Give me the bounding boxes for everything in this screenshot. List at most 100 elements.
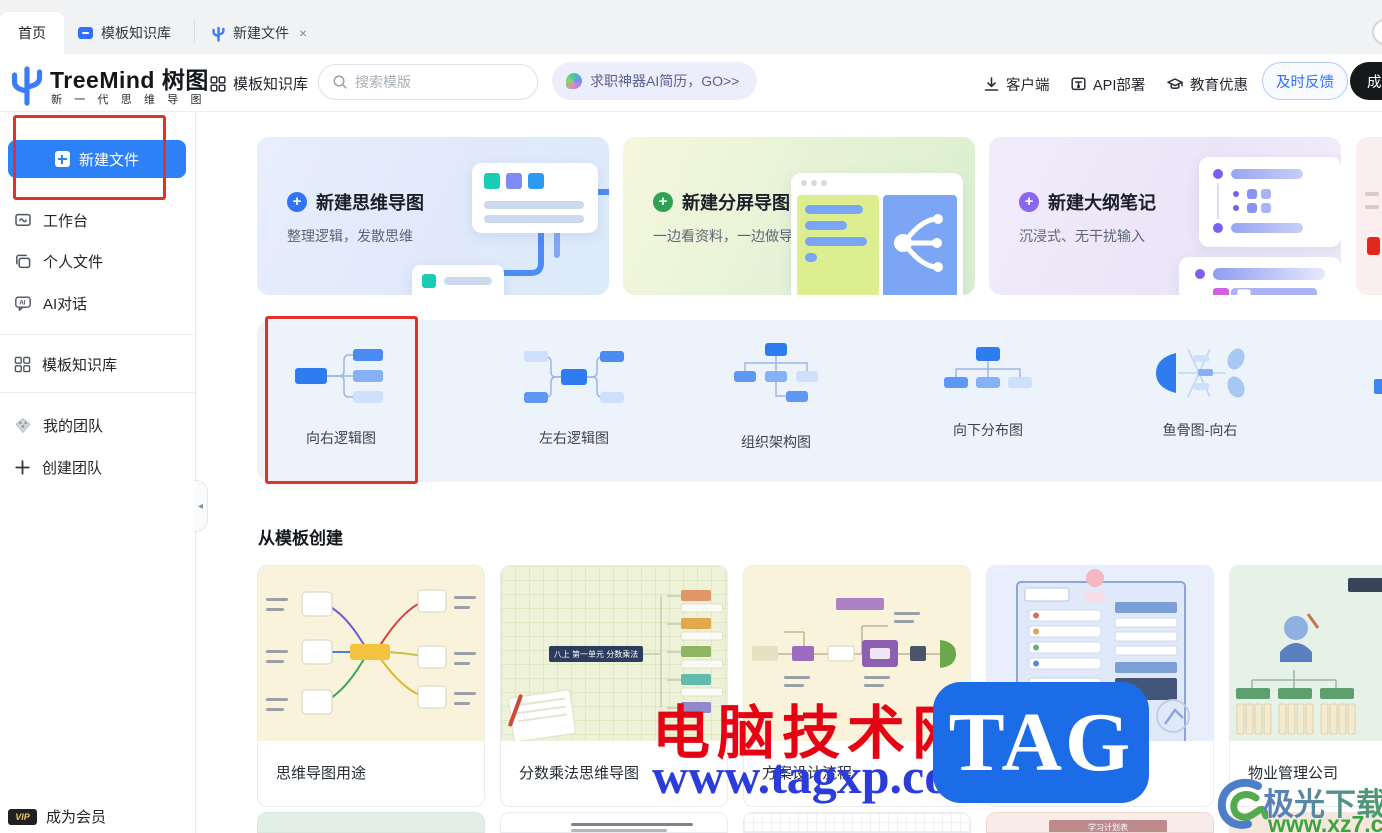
template-card-partial[interactable] [1229,812,1382,833]
templates-heading: 从模板创建 [258,529,343,548]
fishbone-icon [1156,348,1245,398]
sidebar-item-my-team[interactable]: 我的团队 [0,408,195,442]
svg-text:AI: AI [19,299,26,306]
nav-template-library-label: 模板知识库 [233,76,309,93]
sidebar-divider [0,334,195,335]
create-outline-card[interactable]: + 新建大纲笔记 沉浸式、无干扰输入 [989,137,1341,295]
client-download-label: 客户端 [1006,78,1050,94]
annotation-box-new-file [13,115,166,200]
tab-new-file[interactable]: 新建文件 × [200,12,319,54]
create-splitview-title: 新建分屏导图 [682,193,790,213]
diagram-type-label: 左右逻辑图 [539,430,609,446]
create-outline-title: 新建大纲笔记 [1048,193,1156,213]
create-splitview-card[interactable]: + 新建分屏导图 一边看资料，一边做导图 [623,137,975,295]
plan-header-chip: 学习计划表 [1049,820,1167,832]
app-header: TreeMind 树图 新 一 代 思 维 导 图 模板知识库 求职神器AI简历… [0,54,1382,112]
sidebar-divider [0,392,195,393]
download-icon [984,77,999,91]
ai-chat-icon: AI [15,296,31,311]
template-card-fraction-math[interactable]: 八上 第一单元 分数乘法 分数乘法思维导图 [500,565,728,807]
feedback-label: 及时反馈 [1276,74,1334,91]
api-deploy-label: API部署 [1093,78,1146,94]
plus-icon: + [1019,192,1039,212]
api-deploy-link[interactable]: API部署 [1070,74,1145,95]
template-thumbnail [744,566,970,741]
create-card-partial[interactable] [1356,137,1382,295]
become-member-text: 成为会员 [46,809,107,826]
plus-icon: + [653,192,673,212]
sidebar-item-label: 模板知识库 [42,356,118,374]
diagram-type-logic-both[interactable]: 左右逻辑图 [494,341,654,448]
become-member-label: 成为会员 [1367,74,1382,91]
template-thumbnail [987,566,1213,751]
graduation-cap-icon [1167,78,1183,89]
template-title: 方案设计流程 [762,765,853,782]
tab-template-library-label: 模板知识库 [101,25,171,41]
diagram-type-org-chart[interactable]: 组织架构图 [696,341,856,452]
files-icon [16,254,31,268]
sidebar-item-label: 个人文件 [43,253,104,271]
tab-new-file-label: 新建文件 [233,25,289,41]
workbench-icon [15,213,31,226]
sidebar-item-personal-files[interactable]: 个人文件 [0,244,195,278]
sidebar-item-template-library[interactable]: 模板知识库 [0,347,195,381]
treemind-logo-icon [212,26,225,42]
sidebar-collapse-handle[interactable]: ◂ [194,480,208,532]
diagram-type-fishbone[interactable]: 鱼骨图-向右 [1120,341,1280,440]
search-input[interactable] [355,74,515,90]
template-thumbnail [1230,566,1382,741]
logic-both-icon [524,351,624,403]
app-title: TreeMind 树图 [50,67,209,93]
search-icon [333,75,347,89]
search-box[interactable] [318,64,538,100]
treemind-logo [11,66,43,106]
tab-template-library[interactable]: 模板知识库 [66,12,183,54]
feedback-button[interactable]: 及时反馈 [1262,62,1348,100]
grid-icon [14,356,31,372]
template-card-partial[interactable] [257,812,485,833]
sidebar-item-label: 我的团队 [43,417,104,435]
ai-resume-icon [566,73,582,89]
tab-bar-avatar[interactable] [1372,19,1382,45]
sidebar-item-ai-chat[interactable]: AI AI对话 [0,286,195,320]
collapse-arrow-icon: ◂ [197,500,204,512]
client-download-link[interactable]: 客户端 [983,74,1050,95]
diagram-type-label: 组织架构图 [741,434,811,450]
template-card-self-intro[interactable]: 个人自我介绍 [986,565,1214,807]
template-title: 分数乘法思维导图 [519,765,640,782]
edu-discount-link[interactable]: 教育优惠 [1166,74,1248,95]
become-member-row[interactable]: VIP 成为会员 [8,806,106,827]
tab-close-icon[interactable]: × [299,25,307,41]
sidebar-item-workbench[interactable]: 工作台 [0,203,195,237]
template-card-partial[interactable]: 学习计划表 [986,812,1214,833]
tab-home[interactable]: 首页 [0,12,64,54]
become-member-button[interactable]: 成为会员 [1350,62,1382,100]
template-library-tab-icon [78,27,93,39]
ai-resume-banner[interactable]: 求职神器AI简历，GO>> [552,62,758,100]
create-splitview-subtitle: 一边看资料，一边做导图 [653,228,807,244]
template-card-design-flow[interactable]: 方案设计流程 [743,565,971,807]
plus-icon [15,459,30,475]
template-card-partial[interactable] [500,812,728,833]
browser-tab-bar: 首页 模板知识库 新建文件 × [0,0,1382,54]
template-card-partial[interactable] [743,812,971,833]
template-title: 个人自我介绍 [1005,765,1096,782]
api-icon [1071,77,1086,91]
team-gem-icon [15,417,31,433]
template-card-mindmap-uses[interactable]: 思维导图用途 [257,565,485,807]
nav-template-library[interactable]: 模板知识库 [210,73,308,94]
edu-discount-label: 教育优惠 [1190,78,1248,94]
org-chart-icon [734,343,818,402]
template-card-property-mgmt[interactable]: 物业管理公司 [1229,565,1382,807]
diagram-type-partial [1374,379,1382,394]
sidebar-item-label: AI对话 [43,295,88,313]
vip-badge: VIP [8,808,37,825]
diagram-type-label: 向下分布图 [953,422,1023,438]
tree-down-icon [944,347,1032,388]
sidebar: 新建文件 工作台 个人文件 AI AI对话 模板知识库 我的团队 创建团队 VI… [0,112,196,833]
sidebar-item-create-team[interactable]: 创建团队 [0,450,195,484]
diagram-type-tree-down[interactable]: 向下分布图 [908,341,1068,440]
create-mindmap-card[interactable]: + 新建思维导图 整理逻辑，发散思维 [257,137,609,295]
annotation-box-logic-right [265,316,418,484]
template-thumbnail [258,566,484,741]
